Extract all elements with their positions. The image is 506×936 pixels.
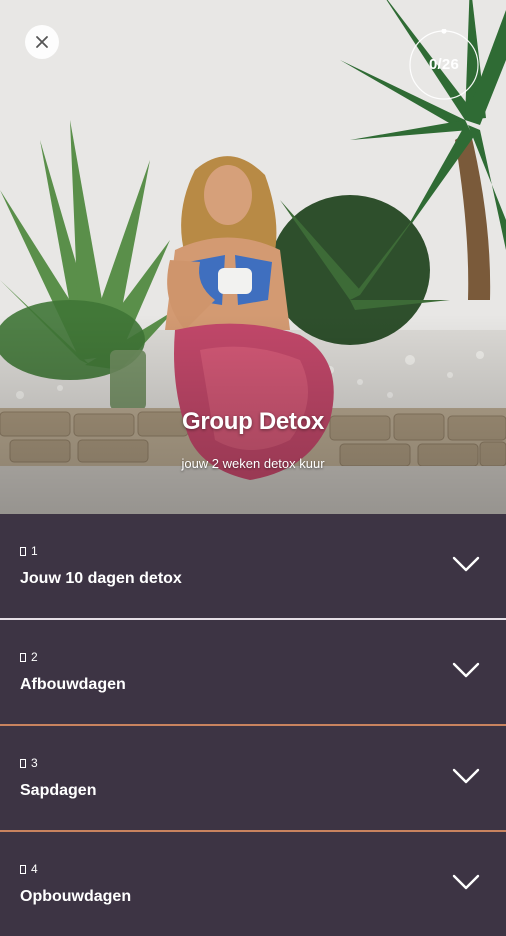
section-number: 3 <box>31 756 38 770</box>
section-title: Jouw 10 dagen detox <box>20 570 182 587</box>
close-button[interactable] <box>25 25 59 59</box>
progress-indicator: 0/26 <box>408 29 480 101</box>
chevron-down-icon[interactable] <box>451 554 481 574</box>
section-list: 1 Jouw 10 dagen detox 2 Afbouwdagen 3 Sa… <box>0 514 506 936</box>
section-number: 4 <box>31 862 38 876</box>
chevron-down-icon[interactable] <box>451 766 481 786</box>
hero-banner: 0/26 Group Detox jouw 2 weken detox kuur <box>0 0 506 514</box>
section-title: Sapdagen <box>20 782 97 799</box>
section-number-row: 2 <box>20 650 38 664</box>
section-marker-icon <box>20 546 26 556</box>
section-number-row: 1 <box>20 544 38 558</box>
progress-count: 0/26 <box>429 56 459 73</box>
section-number: 1 <box>31 544 38 558</box>
section-number: 2 <box>31 650 38 664</box>
page-title: Group Detox <box>181 408 325 435</box>
chevron-down-icon[interactable] <box>451 872 481 892</box>
section-item-1[interactable]: 1 Jouw 10 dagen detox <box>0 514 506 618</box>
section-marker-icon <box>20 864 26 874</box>
chevron-down-icon[interactable] <box>451 660 481 680</box>
section-marker-icon <box>20 652 26 662</box>
section-title: Opbouwdagen <box>20 888 132 905</box>
section-item-2[interactable]: 2 Afbouwdagen <box>0 620 506 724</box>
section-item-3[interactable]: 3 Sapdagen <box>0 726 506 830</box>
section-number-row: 3 <box>20 756 38 770</box>
page-subtitle: jouw 2 weken detox kuur <box>181 456 325 471</box>
section-number-row: 4 <box>20 862 38 876</box>
section-item-4[interactable]: 4 Opbouwdagen <box>0 832 506 936</box>
section-marker-icon <box>20 758 26 768</box>
close-icon <box>36 36 48 48</box>
section-title: Afbouwdagen <box>20 676 126 693</box>
